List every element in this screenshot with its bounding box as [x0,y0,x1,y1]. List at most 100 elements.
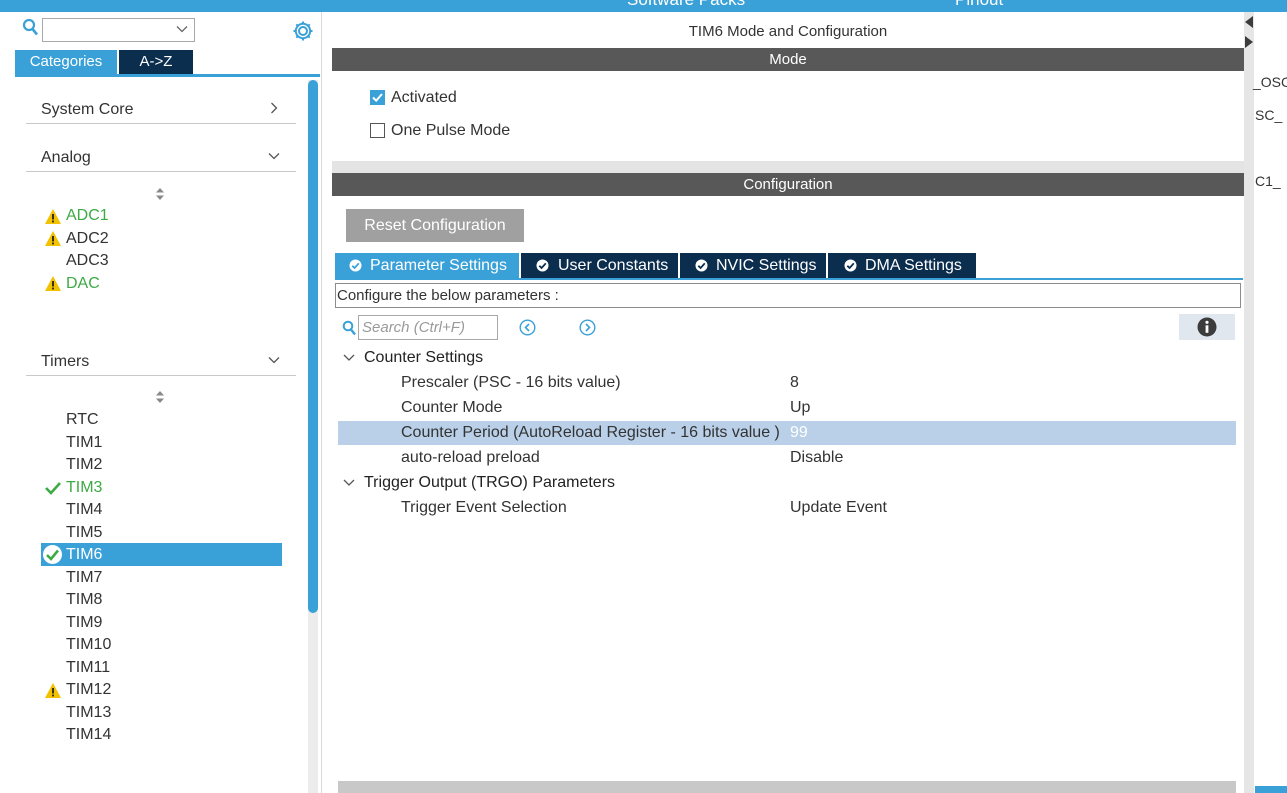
list-item-adc1[interactable]: ADC1 [66,205,109,227]
checkbox-label: One Pulse Mode [391,122,511,139]
param-name: auto-reload preload [401,449,540,466]
group-analog[interactable]: Analog [26,138,296,172]
info-button[interactable] [1179,314,1235,340]
list-item-tim4[interactable]: TIM4 [66,499,102,521]
configure-parameters-note: Configure the below parameters : [335,283,1241,308]
group-label: Trigger Output (TRGO) Parameters [364,474,616,491]
tab-nvic-settings[interactable]: NVIC Settings [680,253,826,278]
list-item-dac[interactable]: DAC [66,273,100,295]
parameter-search-input[interactable]: Search (Ctrl+F) [358,315,498,340]
warning-icon [45,683,61,698]
tab-categories[interactable]: Categories [15,50,117,74]
tab-underline [15,74,320,77]
group-system-core[interactable]: System Core [26,90,296,124]
group-label: Counter Settings [364,349,484,366]
chevron-down-icon[interactable] [343,353,355,363]
collapse-left-icon[interactable] [1245,16,1253,28]
param-row-counter-mode[interactable]: Counter Mode Up [338,396,1236,420]
param-value[interactable]: Disable [790,446,843,470]
checkbox-box[interactable] [370,90,385,105]
software-packs-menu[interactable]: Software Packs [627,0,745,10]
chevron-right-icon[interactable] [268,102,280,114]
tab-label: NVIC Settings [716,257,817,274]
chevron-down-icon[interactable] [176,23,188,35]
checkbox-box[interactable] [370,123,385,138]
checkbox-label: Activated [391,89,457,106]
group-counter-settings[interactable]: Counter Settings [338,346,738,370]
param-row-auto-reload-preload[interactable]: auto-reload preload Disable [338,446,1236,470]
list-item-tim8[interactable]: TIM8 [66,589,102,611]
scrollbar-thumb[interactable] [308,80,318,613]
group-trigger-output[interactable]: Trigger Output (TRGO) Parameters [338,471,738,495]
list-item-tim1[interactable]: TIM1 [66,432,102,454]
tab-label: User Constants [558,257,669,274]
check-circle-icon [695,259,708,272]
param-value[interactable]: 8 [790,371,799,395]
param-name: Prescaler (PSC - 16 bits value) [401,374,621,391]
pin-label: _OSC [1253,74,1287,90]
check-circle-icon [536,259,549,272]
tab-a-to-z[interactable]: A->Z [119,50,193,74]
tab-user-constants[interactable]: User Constants [521,253,678,278]
tree-scrollbar[interactable] [308,80,318,793]
pin-label: C1_ [1255,173,1281,189]
list-item-tim7[interactable]: TIM7 [66,567,102,589]
pin-label: SC_ [1255,107,1283,123]
reset-configuration-button[interactable]: Reset Configuration [346,209,524,242]
top-toolbar: Software Packs Pinout [0,0,1287,12]
check-circle-icon [844,259,857,272]
param-value[interactable]: Up [790,396,810,420]
sort-icon[interactable] [155,391,165,403]
list-item-tim6-selected[interactable]: TIM6 [41,543,282,566]
list-item-tim13[interactable]: TIM13 [66,702,111,724]
mode-section-header: Mode [332,48,1244,71]
group-label: System Core [41,101,134,118]
gear-icon[interactable] [292,20,314,42]
tab-parameter-settings[interactable]: Parameter Settings [335,253,519,278]
check-circle-icon [43,545,62,564]
param-row-counter-period[interactable]: Counter Period (AutoReload Register - 16… [338,421,1236,445]
previous-result-icon[interactable] [519,319,536,336]
tab-underline [335,278,1243,280]
list-item-adc3[interactable]: ADC3 [66,250,109,272]
next-result-icon[interactable] [579,319,596,336]
param-value-input[interactable]: 99 [790,421,808,445]
sort-icon[interactable] [155,188,165,200]
search-icon[interactable] [22,18,38,36]
list-item-tim5[interactable]: TIM5 [66,522,102,544]
list-item-tim3[interactable]: TIM3 [66,477,102,499]
pinout-menu[interactable]: Pinout [955,0,1003,10]
param-value[interactable]: Update Event [790,496,887,520]
checkmark-icon [45,482,61,495]
list-item-adc2[interactable]: ADC2 [66,228,109,250]
list-item-tim11[interactable]: TIM11 [66,657,110,679]
horizontal-scrollbar[interactable] [338,781,1236,793]
check-circle-icon [349,259,362,272]
param-name: Counter Mode [401,399,503,416]
param-row-prescaler[interactable]: Prescaler (PSC - 16 bits value) 8 [338,371,1236,395]
warning-icon [45,209,61,224]
search-icon[interactable] [342,320,356,336]
configuration-section-header: Configuration [332,173,1244,196]
panel-splitter[interactable] [1244,12,1254,793]
chevron-down-icon[interactable] [268,150,280,162]
category-search-row [0,12,322,48]
param-name: Trigger Event Selection [401,499,567,516]
mode-configuration-panel: TIM6 Mode and Configuration Mode Activat… [332,12,1244,793]
list-item-tim12[interactable]: TIM12 [66,679,111,701]
info-icon [1197,317,1217,337]
category-search-combo[interactable] [42,18,195,42]
chevron-down-icon[interactable] [268,354,280,366]
list-item-tim10[interactable]: TIM10 [66,634,111,656]
list-item-rtc[interactable]: RTC [66,409,99,431]
page-title: TIM6 Mode and Configuration [688,23,888,40]
param-row-trigger-event-selection[interactable]: Trigger Event Selection Update Event [338,496,1236,520]
list-item-tim9[interactable]: TIM9 [66,612,102,634]
group-timers[interactable]: Timers [26,342,296,376]
chevron-down-icon[interactable] [343,478,355,488]
group-label: Timers [41,353,90,370]
tab-dma-settings[interactable]: DMA Settings [828,253,976,278]
collapse-right-icon[interactable] [1245,36,1253,48]
list-item-tim2[interactable]: TIM2 [66,454,102,476]
list-item-tim14[interactable]: TIM14 [66,724,111,746]
